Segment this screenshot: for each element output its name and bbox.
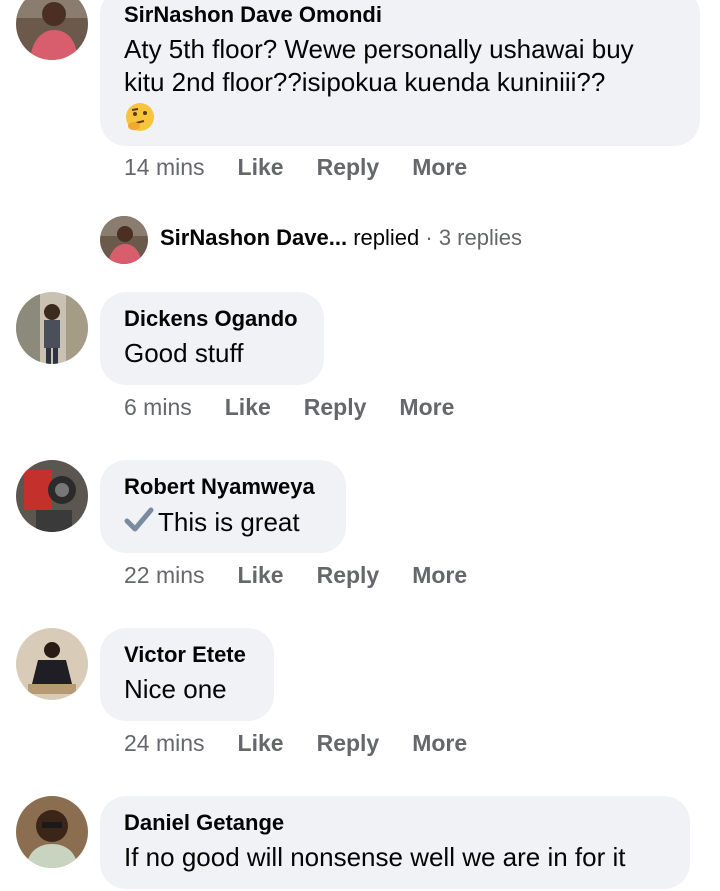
avatar[interactable] <box>16 796 88 868</box>
comment-bubble: Robert Nyamweya This is great <box>100 460 346 553</box>
reply-verb: replied <box>353 225 420 250</box>
comment-time[interactable]: 22 mins <box>124 562 205 589</box>
comment-bubble: Daniel Getange If no good will nonsense … <box>100 796 690 889</box>
comment-bubble: SirNashon Dave Omondi Aty 5th floor? Wew… <box>100 0 700 146</box>
like-button[interactable]: Like <box>238 730 284 757</box>
comment-text-line: kitu 2nd floor??isipokua kuenda kuniniii… <box>124 67 606 97</box>
comment-time[interactable]: 6 mins <box>124 394 192 421</box>
reply-button[interactable]: Reply <box>317 562 380 589</box>
reply-avatar[interactable] <box>100 216 148 264</box>
comment-text-line: Aty 5th floor? Wewe personally ushawai b… <box>124 34 634 64</box>
like-button[interactable]: Like <box>225 394 271 421</box>
comment-author[interactable]: Daniel Getange <box>124 810 666 836</box>
comment-author[interactable]: Robert Nyamweya <box>124 474 322 500</box>
comment-text: Good stuff <box>124 338 244 368</box>
reply-button[interactable]: Reply <box>317 730 380 757</box>
reply-author: SirNashon Dave... <box>160 225 348 250</box>
comment-actions: 24 mins Like Reply More <box>124 730 500 757</box>
avatar[interactable] <box>16 292 88 364</box>
comment-author[interactable]: Victor Etete <box>124 642 250 668</box>
more-button[interactable]: More <box>412 154 467 181</box>
comment-actions: 6 mins Like Reply More <box>124 394 487 421</box>
comment-author[interactable]: Dickens Ogando <box>124 306 300 332</box>
more-button[interactable]: More <box>412 562 467 589</box>
comment-time[interactable]: 24 mins <box>124 730 205 757</box>
comment-bubble: Victor Etete Nice one <box>100 628 274 721</box>
comment-author[interactable]: SirNashon Dave Omondi <box>124 2 676 28</box>
like-button[interactable]: Like <box>238 562 284 589</box>
comment-time[interactable]: 14 mins <box>124 154 205 181</box>
thinking-face-emoji-icon <box>124 101 156 133</box>
check-mark-icon <box>124 505 154 535</box>
more-button[interactable]: More <box>399 394 454 421</box>
comment-text: If no good will nonsense well we are in … <box>124 842 626 872</box>
comment-text: Aty 5th floor? Wewe personally ushawai b… <box>124 33 676 133</box>
reply-count: 3 replies <box>438 225 522 250</box>
reply-separator: · <box>425 225 433 250</box>
more-button[interactable]: More <box>412 730 467 757</box>
reply-button[interactable]: Reply <box>304 394 367 421</box>
comment-text: This is great <box>124 505 322 539</box>
reply-button[interactable]: Reply <box>317 154 380 181</box>
avatar[interactable] <box>16 460 88 532</box>
comment-text: Nice one <box>124 674 227 704</box>
comment-actions: 22 mins Like Reply More <box>124 562 500 589</box>
comment-actions: 14 mins Like Reply More <box>124 154 500 181</box>
avatar[interactable] <box>16 628 88 700</box>
view-replies-link[interactable]: SirNashon Dave... replied · 3 replies <box>160 222 522 254</box>
comment-text-value: This is great <box>158 507 300 537</box>
comment-bubble: Dickens Ogando Good stuff <box>100 292 324 385</box>
like-button[interactable]: Like <box>238 154 284 181</box>
avatar[interactable] <box>16 0 88 60</box>
